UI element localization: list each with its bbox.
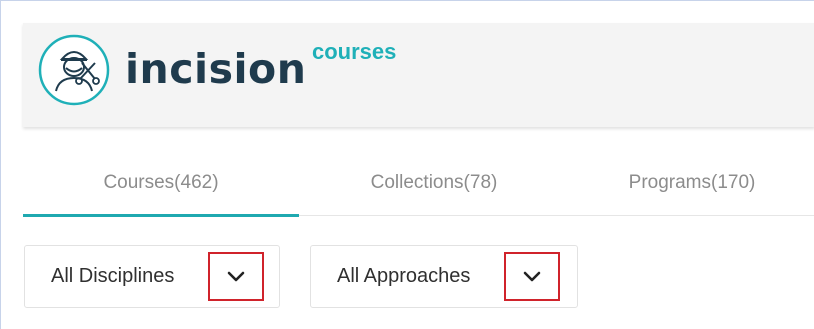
chevron-down-icon	[227, 271, 245, 281]
approaches-dropdown[interactable]: All Approaches	[310, 245, 578, 308]
page-frame: incision courses Courses(462) Collection…	[0, 0, 814, 329]
tab-programs[interactable]: Programs(170)	[569, 151, 814, 215]
brand-name[interactable]: incision	[125, 49, 306, 90]
approaches-dropdown-label: All Approaches	[337, 265, 471, 287]
tab-courses[interactable]: Courses(462)	[23, 151, 299, 215]
site-header: incision courses	[23, 23, 814, 127]
tab-collections[interactable]: Collections(78)	[299, 151, 569, 215]
chevron-down-icon	[523, 271, 541, 281]
content-tabs: Courses(462) Collections(78) Programs(17…	[23, 151, 814, 217]
disciplines-dropdown-toggle[interactable]	[208, 252, 264, 301]
surgeon-logo-icon[interactable]	[37, 33, 111, 107]
disciplines-dropdown[interactable]: All Disciplines	[24, 245, 280, 308]
brand-subtitle: courses	[312, 39, 397, 64]
active-tab-indicator	[23, 214, 299, 217]
disciplines-dropdown-label: All Disciplines	[51, 265, 175, 287]
approaches-dropdown-toggle[interactable]	[504, 252, 560, 301]
